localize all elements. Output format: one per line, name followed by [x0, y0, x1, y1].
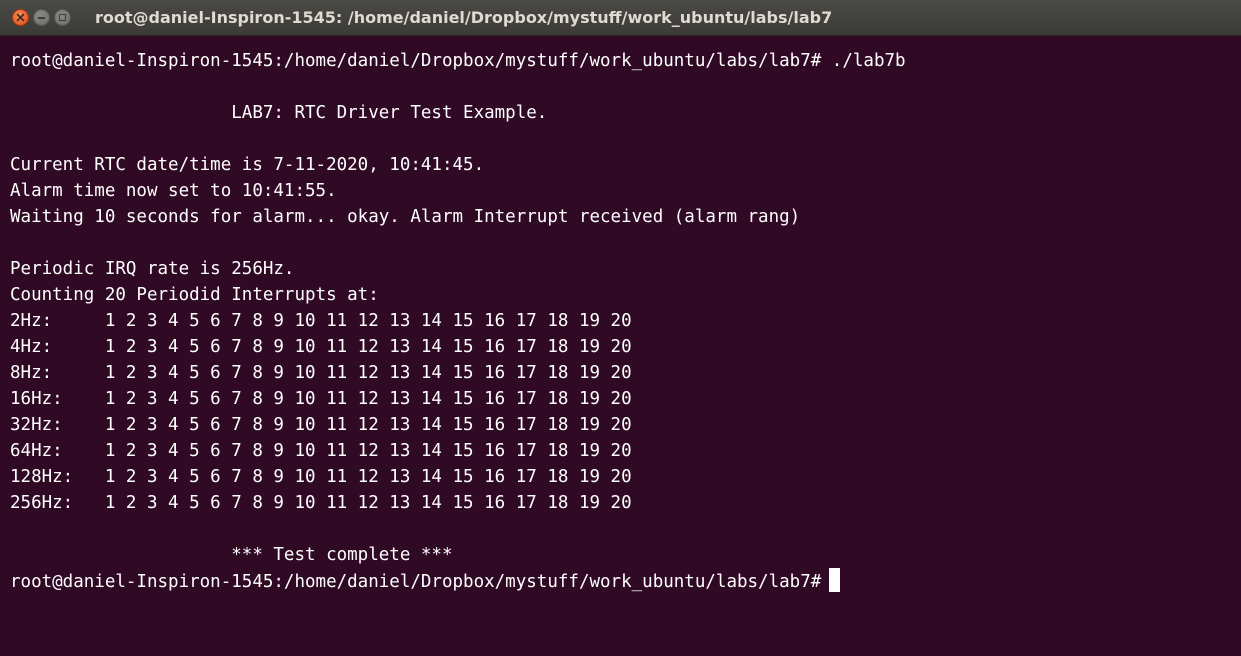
- terminal-line: Alarm time now set to 10:41:55.: [10, 181, 337, 201]
- close-icon[interactable]: [12, 9, 29, 26]
- terminal-line: Waiting 10 seconds for alarm... okay. Al…: [10, 207, 801, 227]
- terminal-line: *** Test complete ***: [10, 545, 453, 565]
- terminal-output[interactable]: root@daniel-Inspiron-1545:/home/daniel/D…: [0, 36, 1241, 656]
- minimize-icon[interactable]: [33, 9, 50, 26]
- title-bar[interactable]: root@daniel-Inspiron-1545: /home/daniel/…: [0, 0, 1241, 36]
- window-title: root@daniel-Inspiron-1545: /home/daniel/…: [95, 8, 833, 27]
- terminal-line: root@daniel-Inspiron-1545:/home/daniel/D…: [10, 51, 906, 71]
- terminal-line: 4Hz: 1 2 3 4 5 6 7 8 9 10 11 12 13 14 15…: [10, 337, 632, 357]
- terminal-line: Periodic IRQ rate is 256Hz.: [10, 259, 295, 279]
- terminal-line: LAB7: RTC Driver Test Example.: [10, 103, 548, 123]
- terminal-line: 16Hz: 1 2 3 4 5 6 7 8 9 10 11 12 13 14 1…: [10, 389, 632, 409]
- terminal-line: Counting 20 Periodid Interrupts at:: [10, 285, 379, 305]
- terminal-line: 256Hz: 1 2 3 4 5 6 7 8 9 10 11 12 13 14 …: [10, 493, 632, 513]
- terminal-line: 32Hz: 1 2 3 4 5 6 7 8 9 10 11 12 13 14 1…: [10, 415, 632, 435]
- terminal-line: 2Hz: 1 2 3 4 5 6 7 8 9 10 11 12 13 14 15…: [10, 311, 632, 331]
- terminal-line: 8Hz: 1 2 3 4 5 6 7 8 9 10 11 12 13 14 15…: [10, 363, 632, 383]
- maximize-icon[interactable]: [54, 9, 71, 26]
- terminal-line: 128Hz: 1 2 3 4 5 6 7 8 9 10 11 12 13 14 …: [10, 467, 632, 487]
- terminal-line: Current RTC date/time is 7-11-2020, 10:4…: [10, 155, 485, 175]
- text-cursor: [829, 568, 841, 592]
- prompt-line[interactable]: root@daniel-Inspiron-1545:/home/daniel/D…: [10, 568, 1241, 594]
- terminal-window: root@daniel-Inspiron-1545: /home/daniel/…: [0, 0, 1241, 656]
- shell-prompt: root@daniel-Inspiron-1545:/home/daniel/D…: [10, 572, 822, 592]
- terminal-line: 64Hz: 1 2 3 4 5 6 7 8 9 10 11 12 13 14 1…: [10, 441, 632, 461]
